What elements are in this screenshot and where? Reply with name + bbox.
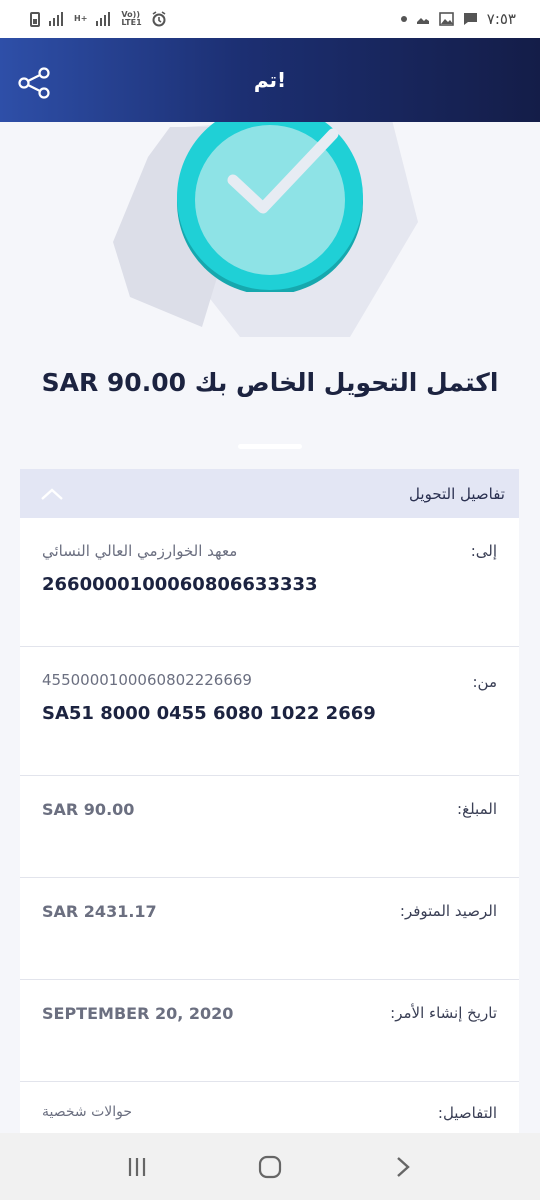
home-button[interactable] bbox=[250, 1147, 290, 1187]
detail-row-available-balance: الرصيد المتوفر: SAR 2431.17 bbox=[20, 878, 519, 980]
to-account-number: 2660000100060806633333 bbox=[42, 574, 318, 595]
notes-label: التفاصيل: bbox=[437, 1104, 497, 1122]
success-hero bbox=[0, 122, 540, 352]
check-circle-icon bbox=[177, 122, 363, 292]
detail-row-from: من: 4550000100060802226669 SA51 8000 045… bbox=[20, 647, 519, 776]
transfer-details-panel: تفاصيل التحويل إلى: معهد الخوارزمي العال… bbox=[20, 469, 519, 1133]
status-bar-right: ٧:٥٣ bbox=[400, 10, 516, 28]
message-icon bbox=[463, 13, 477, 25]
alarm-icon bbox=[152, 11, 166, 27]
chevron-up-icon[interactable] bbox=[40, 487, 64, 501]
notes-value: حوالات شخصية bbox=[42, 1104, 133, 1120]
from-label: من: bbox=[472, 673, 497, 691]
notification-dot-icon bbox=[400, 16, 407, 22]
detail-row-notes: التفاصيل: حوالات شخصية bbox=[20, 1082, 519, 1133]
battery-icon bbox=[30, 11, 40, 27]
from-account-number: 4550000100060802226669 bbox=[42, 671, 252, 689]
recents-button[interactable] bbox=[117, 1147, 157, 1187]
transfer-complete-message: اكتمل التحويل الخاص بك SAR 90.00 bbox=[41, 368, 499, 397]
home-icon bbox=[258, 1155, 282, 1178]
app-notification-icon bbox=[416, 18, 429, 24]
signal-icon bbox=[49, 12, 65, 26]
signal-2-icon bbox=[96, 12, 112, 26]
amount-label: المبلغ: bbox=[457, 800, 497, 818]
network-label: LTE1 bbox=[121, 18, 142, 27]
hplus-label: H+ bbox=[74, 14, 88, 23]
back-icon bbox=[397, 1156, 411, 1177]
detail-row-amount: المبلغ: SAR 90.00 bbox=[20, 776, 519, 878]
app-header: تم! bbox=[0, 38, 540, 122]
to-beneficiary-name: معهد الخوارزمي العالي النسائي bbox=[42, 542, 238, 560]
detail-row-order-date: تاريخ إنشاء الأمر: SEPTEMBER 20, 2020 bbox=[20, 980, 519, 1082]
status-bar: H+ Vo)) LTE1 ٧:٥٣ bbox=[0, 0, 540, 38]
recents-icon bbox=[128, 1157, 145, 1176]
order-date-value: SEPTEMBER 20, 2020 bbox=[42, 1004, 234, 1023]
volte-network-label: Vo)) LTE1 bbox=[121, 11, 141, 27]
available-balance-value: SAR 2431.17 bbox=[42, 902, 157, 921]
status-time: ٧:٥٣ bbox=[486, 10, 516, 28]
gallery-icon bbox=[438, 12, 454, 26]
status-bar-left: H+ Vo)) LTE1 bbox=[30, 11, 167, 27]
share-icon[interactable] bbox=[16, 66, 52, 100]
amount-value: SAR 90.00 bbox=[42, 800, 135, 819]
to-label: إلى: bbox=[470, 542, 497, 560]
section-title: تفاصيل التحويل bbox=[409, 484, 505, 503]
system-nav-bar bbox=[0, 1133, 540, 1200]
back-button[interactable] bbox=[383, 1147, 423, 1187]
detail-row-to: إلى: معهد الخوارزمي العالي النسائي 26600… bbox=[20, 518, 519, 647]
from-iban: SA51 8000 0455 6080 1022 2669 bbox=[42, 703, 376, 724]
page-title: تم! bbox=[253, 68, 287, 92]
divider bbox=[238, 444, 302, 449]
order-date-label: تاريخ إنشاء الأمر: bbox=[390, 1004, 497, 1022]
transfer-details-header[interactable]: تفاصيل التحويل bbox=[20, 469, 519, 518]
available-balance-label: الرصيد المتوفر: bbox=[399, 902, 497, 920]
